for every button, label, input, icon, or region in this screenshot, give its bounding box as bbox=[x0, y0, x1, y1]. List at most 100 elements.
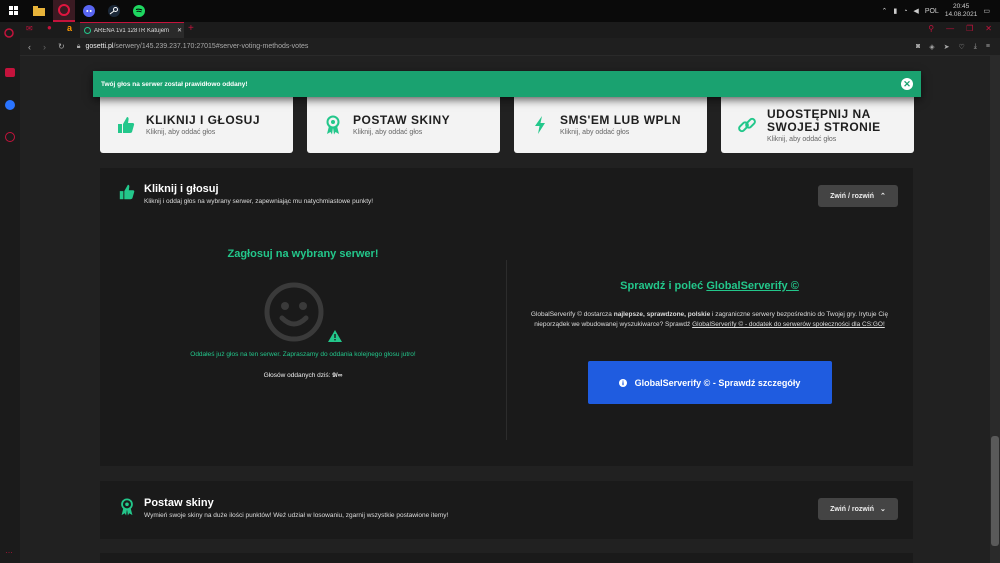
gs-link[interactable]: GlobalServerify © - dodatek do serwerów … bbox=[692, 321, 885, 328]
globalserverify-button[interactable]: GlobalServerify © - Sprawdź szczegóły bbox=[587, 361, 832, 404]
url-path: /serwery/145.239.237.170:27015#server-vo… bbox=[113, 43, 309, 50]
send-icon[interactable]: ➤ bbox=[944, 43, 950, 51]
mail-icon[interactable]: ✉ bbox=[26, 24, 33, 33]
maximize-icon[interactable]: ❐ bbox=[966, 24, 973, 33]
gs-button-label: GlobalServerify © - Sprawdź szczegóły bbox=[634, 377, 801, 388]
method-card-share[interactable]: UDOSTĘPNIJ NA SWOJEJ STRONIE Kliknij, ab… bbox=[721, 97, 914, 153]
url-field[interactable]: gosetti.pl/serwery/145.239.237.170:27015… bbox=[85, 43, 308, 50]
notifications-icon[interactable]: ▭ bbox=[983, 7, 990, 15]
address-bar: ‹ › ↻ 🔒︎ gosetti.pl/serwery/145.239.237.… bbox=[20, 38, 1000, 56]
collapse-label: Zwiń / rozwiń bbox=[830, 192, 875, 200]
spotify-icon[interactable] bbox=[128, 0, 150, 22]
chevron-up-icon: ⌃ bbox=[880, 193, 886, 200]
close-icon[interactable]: ✕ bbox=[901, 78, 913, 90]
globalserverify-column: Sprawdź i poleć GlobalServerify © Global… bbox=[506, 280, 913, 404]
camera-icon[interactable]: ◙ bbox=[916, 43, 920, 51]
card-title: SMS'EM LUB WPLN bbox=[560, 113, 682, 127]
section-header: Kliknij i głosuj Kliknij i oddaj głos na… bbox=[118, 183, 373, 205]
discord-icon[interactable] bbox=[78, 0, 100, 22]
gs-p1: GlobalServerify © dostarcza bbox=[530, 311, 612, 318]
votes-value: 9/∞ bbox=[332, 372, 343, 379]
gs-title-link[interactable]: GlobalServerify © bbox=[706, 280, 798, 292]
search-tabs-icon[interactable]: ⚲ bbox=[928, 24, 934, 33]
chevron-up-icon[interactable]: ⌃ bbox=[881, 7, 887, 15]
collapse-toggle-button[interactable]: Zwiń / rozwiń ⌄ bbox=[818, 498, 898, 520]
address-actions: ◙ ◈ ➤ ♡ ⤓ ≡ bbox=[916, 43, 990, 51]
gs-p2: i zagraniczne serwery bezpośrednio do Tw… bbox=[712, 311, 857, 318]
close-window-icon[interactable]: ✕ bbox=[985, 24, 992, 33]
lock-icon[interactable]: 🔒︎ bbox=[77, 43, 81, 51]
twitch-icon[interactable] bbox=[5, 68, 15, 77]
card-sub: Kliknij, aby oddać głos bbox=[146, 129, 216, 136]
wifi-icon[interactable]: ◔ bbox=[903, 8, 907, 15]
back-icon[interactable]: ‹ bbox=[28, 42, 31, 52]
easy-setup-icon[interactable]: ≡ bbox=[986, 43, 990, 51]
section-title: Postaw skiny bbox=[144, 497, 214, 509]
gs-title-prefix: Sprawdź i poleć bbox=[620, 280, 704, 292]
card-title: POSTAW SKINY bbox=[353, 113, 451, 127]
voting-methods: KLIKNIJ I GŁOSUJ Kliknij, aby oddać głos… bbox=[100, 97, 914, 153]
section-title: Kliknij i głosuj bbox=[144, 183, 219, 195]
method-card-skins[interactable]: POSTAW SKINY Kliknij, aby oddać głos bbox=[307, 97, 500, 153]
already-voted-message: Oddałeś już głos na ten serwer. Zaprasza… bbox=[190, 351, 416, 358]
section-next bbox=[100, 553, 913, 563]
card-title-line2: SWOJEJ STRONIE bbox=[767, 119, 881, 134]
smiley-icon bbox=[264, 282, 324, 342]
card-title: KLIKNIJ I GŁOSUJ bbox=[146, 113, 261, 127]
steam-icon[interactable] bbox=[103, 0, 125, 22]
reload-icon[interactable]: ↻ bbox=[58, 42, 65, 51]
scroll-thumb[interactable] bbox=[991, 436, 999, 546]
page-scrollbar[interactable] bbox=[990, 56, 1000, 563]
shield-icon[interactable]: ◈ bbox=[929, 43, 934, 51]
windows-taskbar: ⌃ ▮ ◔ ◀ POL 20:45 14.08.2021 ▭ bbox=[0, 0, 1000, 22]
gs-title: Sprawdź i poleć GlobalServerify © bbox=[506, 280, 913, 292]
section-desc: Kliknij i oddaj głos na wybrany serwer, … bbox=[144, 198, 374, 205]
browser-tab-bar: ✉ ● a ARENA 1v1 128TR Katujem ✕ + ⚲ — ❐ … bbox=[0, 22, 1000, 38]
link-icon bbox=[738, 117, 756, 133]
section-skins: Postaw skiny Wymień swoje skiny na duże … bbox=[100, 481, 913, 539]
tab-title: ARENA 1v1 128TR Katujem bbox=[94, 27, 170, 34]
bolt-icon bbox=[535, 116, 545, 134]
method-card-click-vote[interactable]: KLIKNIJ I GŁOSUJ Kliknij, aby oddać głos bbox=[100, 97, 293, 153]
opera-sidebar: … bbox=[0, 38, 20, 563]
award-icon bbox=[326, 115, 340, 135]
site-favicon-icon bbox=[84, 27, 91, 34]
vote-title: Zagłosuj na wybrany serwer! bbox=[227, 248, 379, 260]
section-header: Postaw skiny Wymień swoje skiny na duże … bbox=[118, 497, 448, 519]
method-card-sms[interactable]: SMS'EM LUB WPLN Kliknij, aby oddać głos bbox=[514, 97, 707, 153]
gs-description: GlobalServerify © dostarcza najlepsze, s… bbox=[530, 310, 890, 330]
card-sub: Kliknij, aby oddać głos bbox=[353, 129, 423, 136]
file-explorer-icon[interactable] bbox=[28, 0, 50, 22]
card-sub: Kliknij, aby oddać głos bbox=[767, 135, 837, 143]
clock[interactable]: 20:45 14.08.2021 bbox=[945, 3, 978, 19]
toast-message: Twój głos na serwer został prawidłowo od… bbox=[101, 80, 248, 88]
success-toast: Twój głos na serwer został prawidłowo od… bbox=[93, 71, 921, 97]
card-sub: Kliknij, aby oddać głos bbox=[560, 129, 630, 136]
section-click-vote: Kliknij i głosuj Kliknij i oddaj głos na… bbox=[100, 168, 913, 466]
card-title-line1: UDOSTĘPNIJ NA bbox=[767, 106, 871, 121]
more-icon[interactable]: … bbox=[5, 546, 13, 555]
vote-column: Zagłosuj na wybrany serwer! Oddałeś już … bbox=[100, 248, 506, 379]
download-icon[interactable]: ⤓ bbox=[974, 43, 977, 51]
microphone-icon[interactable]: ▮ bbox=[893, 7, 897, 15]
new-tab-icon[interactable]: + bbox=[188, 23, 194, 34]
speaker-icon[interactable]: ◀ bbox=[913, 7, 918, 15]
tab-active[interactable]: ARENA 1v1 128TR Katujem ✕ bbox=[80, 22, 184, 38]
forward-icon[interactable]: › bbox=[43, 42, 46, 52]
award-icon bbox=[121, 498, 133, 516]
collapse-toggle-button[interactable]: Zwiń / rozwiń ⌃ bbox=[818, 185, 898, 207]
system-tray: ⌃ ▮ ◔ ◀ POL 20:45 14.08.2021 ▭ bbox=[881, 0, 1000, 22]
votes-today: Głosów oddanych dziś: 9/∞ bbox=[100, 372, 506, 379]
amazon-icon[interactable]: a bbox=[67, 23, 72, 33]
warning-icon bbox=[328, 330, 343, 342]
close-tab-icon[interactable]: ✕ bbox=[177, 27, 182, 34]
messenger-icon[interactable] bbox=[5, 100, 15, 110]
history-icon[interactable] bbox=[5, 132, 15, 142]
chevron-down-icon: ⌄ bbox=[880, 506, 886, 513]
windows-start-icon[interactable] bbox=[3, 0, 25, 22]
opera-browser-icon[interactable] bbox=[53, 0, 75, 22]
dot-icon[interactable]: ● bbox=[47, 23, 52, 32]
language-indicator[interactable]: POL bbox=[925, 8, 939, 15]
bookmark-heart-icon[interactable]: ♡ bbox=[959, 43, 965, 51]
minimize-icon[interactable]: — bbox=[946, 24, 954, 33]
